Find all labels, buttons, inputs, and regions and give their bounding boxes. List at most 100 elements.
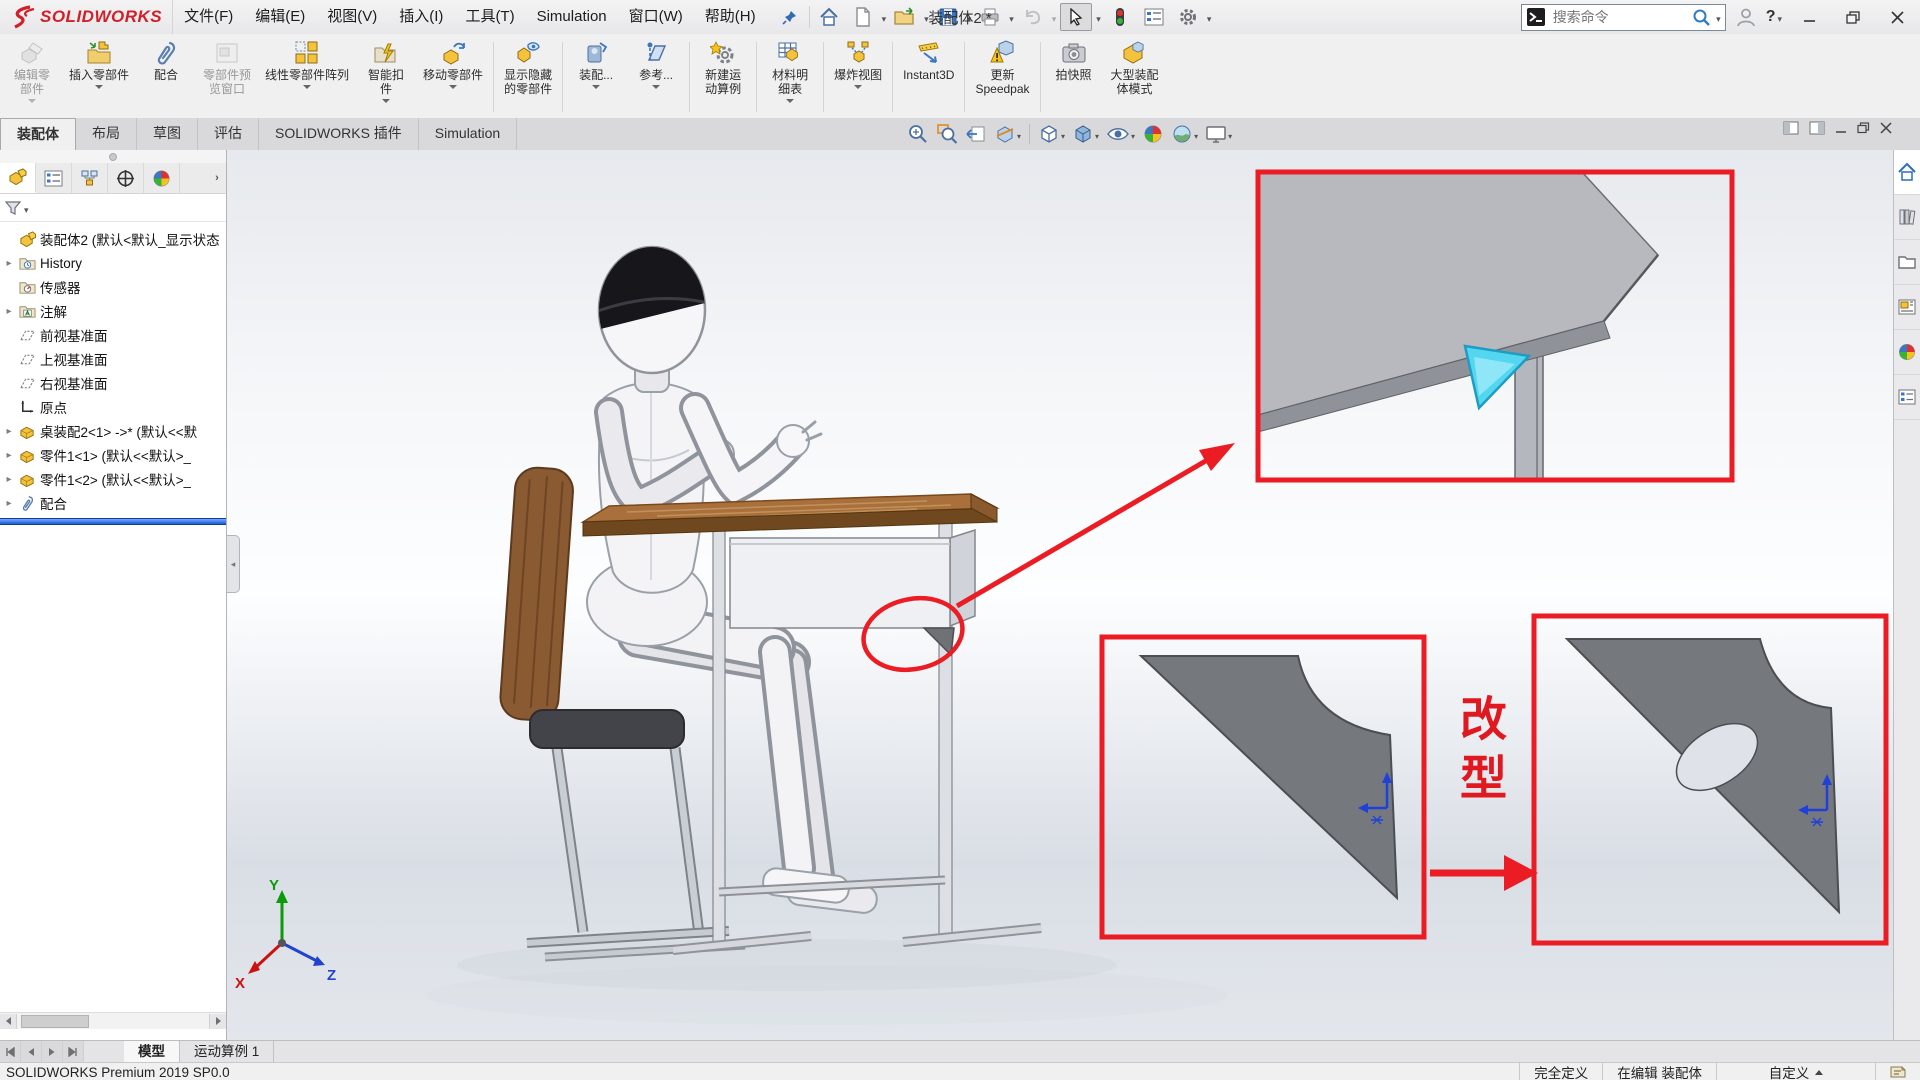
dropdown-caret[interactable]: [303, 85, 311, 89]
save-button[interactable]: [933, 4, 963, 30]
search-caret[interactable]: [1716, 9, 1721, 25]
tab-layout[interactable]: 布局: [76, 118, 137, 150]
scroll-right-button[interactable]: [209, 1014, 226, 1029]
menu-view[interactable]: 视图(V): [316, 0, 388, 34]
exploded-view-button[interactable]: 爆炸视图: [827, 36, 889, 118]
dropdown-caret[interactable]: [28, 99, 36, 103]
zoom-to-fit-button[interactable]: [905, 121, 931, 147]
take-snapshot-button[interactable]: 拍快照: [1044, 36, 1104, 118]
split-pane-left-icon[interactable]: [1783, 121, 1799, 135]
apply-scene-caret[interactable]: [1194, 126, 1198, 142]
dropdown-caret[interactable]: [382, 99, 390, 103]
tree-item-table-assembly[interactable]: 桌装配2<1> ->* (默认<<默: [0, 419, 226, 443]
help-button[interactable]: [1766, 8, 1782, 26]
doc-minimize-icon[interactable]: [1835, 122, 1847, 134]
command-search[interactable]: [1521, 4, 1726, 31]
expand-arrow[interactable]: [3, 450, 15, 461]
edit-appearance-button[interactable]: [1140, 121, 1166, 147]
task-pane-home[interactable]: [1894, 150, 1920, 195]
tab-property-manager[interactable]: [36, 163, 72, 193]
rebuild-button[interactable]: [1105, 4, 1135, 30]
tree-item-right-plane[interactable]: 右视基准面: [0, 371, 226, 395]
tree-item-sensors[interactable]: 传感器: [0, 275, 226, 299]
model-tab[interactable]: 模型: [124, 1041, 180, 1063]
display-style-button[interactable]: [1070, 121, 1101, 147]
first-study-button[interactable]: [0, 1041, 21, 1063]
tree-item-front-plane[interactable]: 前视基准面: [0, 323, 226, 347]
settings-button[interactable]: [1173, 4, 1203, 30]
component-preview-window-button[interactable]: 零部件预 览窗口: [196, 36, 258, 118]
scrollbar-thumb[interactable]: [21, 1015, 89, 1028]
expand-arrow[interactable]: [3, 474, 15, 485]
filter-caret[interactable]: [24, 200, 29, 216]
select-tool-button[interactable]: [1060, 3, 1092, 31]
last-study-button[interactable]: [63, 1041, 84, 1063]
tab-assembly[interactable]: 装配体: [0, 118, 76, 150]
bill-of-materials-button[interactable]: 材料明 细表: [760, 36, 820, 118]
open-button[interactable]: [890, 4, 920, 30]
tab-configuration-manager[interactable]: [72, 163, 108, 193]
dropdown-caret[interactable]: [854, 85, 862, 89]
smart-fasteners-button[interactable]: 智能扣 件: [356, 36, 416, 118]
menu-edit[interactable]: 编辑(E): [244, 0, 316, 34]
tree-item-mates[interactable]: 配合: [0, 491, 226, 515]
doc-close-icon[interactable]: [1880, 122, 1892, 134]
task-pane-view-palette[interactable]: [1894, 285, 1920, 330]
undo-caret[interactable]: [1052, 9, 1057, 25]
tree-item-annotations[interactable]: 注解: [0, 299, 226, 323]
assembly-features-button[interactable]: 装配...: [566, 36, 626, 118]
hide-show-items-button[interactable]: [1104, 121, 1137, 147]
previous-study-button[interactable]: [21, 1041, 42, 1063]
restore-button[interactable]: [1836, 4, 1870, 30]
graphics-area[interactable]: Y X Z: [227, 150, 1893, 1040]
pin-menu-button[interactable]: [775, 4, 805, 30]
dropdown-caret[interactable]: [592, 85, 600, 89]
zoom-to-area-button[interactable]: [934, 121, 960, 147]
tree-item-part1-1[interactable]: 零件1<1> (默认<<默认>_: [0, 443, 226, 467]
expand-arrow[interactable]: [3, 498, 15, 509]
previous-view-button[interactable]: [963, 121, 989, 147]
tree-item-origin[interactable]: 原点: [0, 395, 226, 419]
minimize-button[interactable]: [1792, 4, 1826, 30]
dropdown-caret[interactable]: [786, 99, 794, 103]
new-document-caret[interactable]: [882, 9, 887, 25]
tree-root-assembly[interactable]: 装配体2 (默认<默认_显示状态: [0, 227, 226, 251]
settings-caret[interactable]: [1207, 9, 1212, 25]
instant3d-button[interactable]: Instant3D: [896, 36, 961, 118]
tree-item-part1-2[interactable]: 零件1<2> (默认<<默认>_: [0, 467, 226, 491]
tab-solidworks-add-ins[interactable]: SOLIDWORKS 插件: [259, 118, 419, 150]
select-caret[interactable]: [1096, 9, 1101, 25]
rollback-bar[interactable]: [0, 518, 226, 525]
user-account-icon[interactable]: [1736, 7, 1756, 27]
panel-splitter-grip[interactable]: [0, 150, 226, 163]
menu-simulation[interactable]: Simulation: [526, 0, 618, 34]
panel-collapse-handle[interactable]: [227, 535, 240, 593]
menu-help[interactable]: 帮助(H): [694, 0, 767, 34]
view-settings-button[interactable]: [1203, 121, 1234, 147]
panel-tabs-overflow[interactable]: [208, 163, 226, 193]
insert-components-button[interactable]: 插入零部件: [62, 36, 136, 118]
close-button[interactable]: [1880, 4, 1914, 30]
print-button[interactable]: [975, 4, 1005, 30]
apply-scene-button[interactable]: [1169, 121, 1200, 147]
tab-sketch[interactable]: 草图: [137, 118, 198, 150]
large-assembly-mode-button[interactable]: 大型装配 体模式: [1104, 36, 1166, 118]
task-pane-custom-properties[interactable]: [1894, 375, 1920, 420]
show-hidden-components-button[interactable]: 显示隐藏 的零部件: [497, 36, 559, 118]
next-study-button[interactable]: [42, 1041, 63, 1063]
expand-arrow[interactable]: [3, 258, 15, 269]
tab-simulation[interactable]: Simulation: [419, 118, 517, 150]
tab-feature-manager[interactable]: [0, 163, 36, 193]
view-orientation-caret[interactable]: [1061, 126, 1065, 142]
graphics-viewport[interactable]: Y X Z: [227, 150, 1893, 1040]
mate-button[interactable]: 配合: [136, 36, 196, 118]
view-settings-caret[interactable]: [1228, 126, 1232, 142]
menu-insert[interactable]: 插入(I): [388, 0, 454, 34]
home-button[interactable]: [814, 4, 844, 30]
section-view-caret[interactable]: [1017, 126, 1021, 142]
edit-component-button[interactable]: 编辑零 部件: [2, 36, 62, 118]
tab-dimxpert-manager[interactable]: [108, 163, 144, 193]
open-caret[interactable]: [924, 9, 929, 25]
hide-show-caret[interactable]: [1131, 126, 1135, 142]
quick-tips-button[interactable]: [1875, 1063, 1920, 1080]
